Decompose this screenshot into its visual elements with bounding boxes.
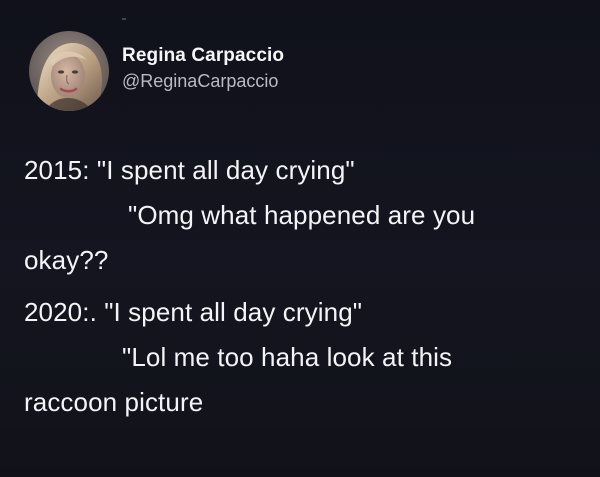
display-name[interactable]: Regina Carpaccio [122, 44, 284, 68]
tweet-line-2: "Omg what happened are you [128, 200, 476, 230]
profile-photo-icon [29, 31, 109, 111]
tweet-line-4: 2020:. "I spent all day crying" [24, 297, 363, 327]
user-handle[interactable]: @ReginaCarpaccio [122, 70, 284, 92]
tweet-line-3: okay?? [24, 245, 109, 275]
tweet-body: 2015: "I spent all day crying" "Omg what… [24, 148, 584, 425]
tweet-card: Regina Carpaccio @ReginaCarpaccio 2015: … [0, 0, 600, 477]
tweet-line-1: 2015: "I spent all day crying" [24, 155, 355, 185]
top-divider-mark [122, 18, 126, 20]
tweet-header: Regina Carpaccio @ReginaCarpaccio [29, 31, 284, 111]
tweet-line-6: raccoon picture [24, 387, 204, 417]
avatar[interactable] [29, 31, 109, 111]
tweet-line-5: "Lol me too haha look at this [122, 342, 453, 372]
user-info: Regina Carpaccio @ReginaCarpaccio [122, 44, 284, 92]
